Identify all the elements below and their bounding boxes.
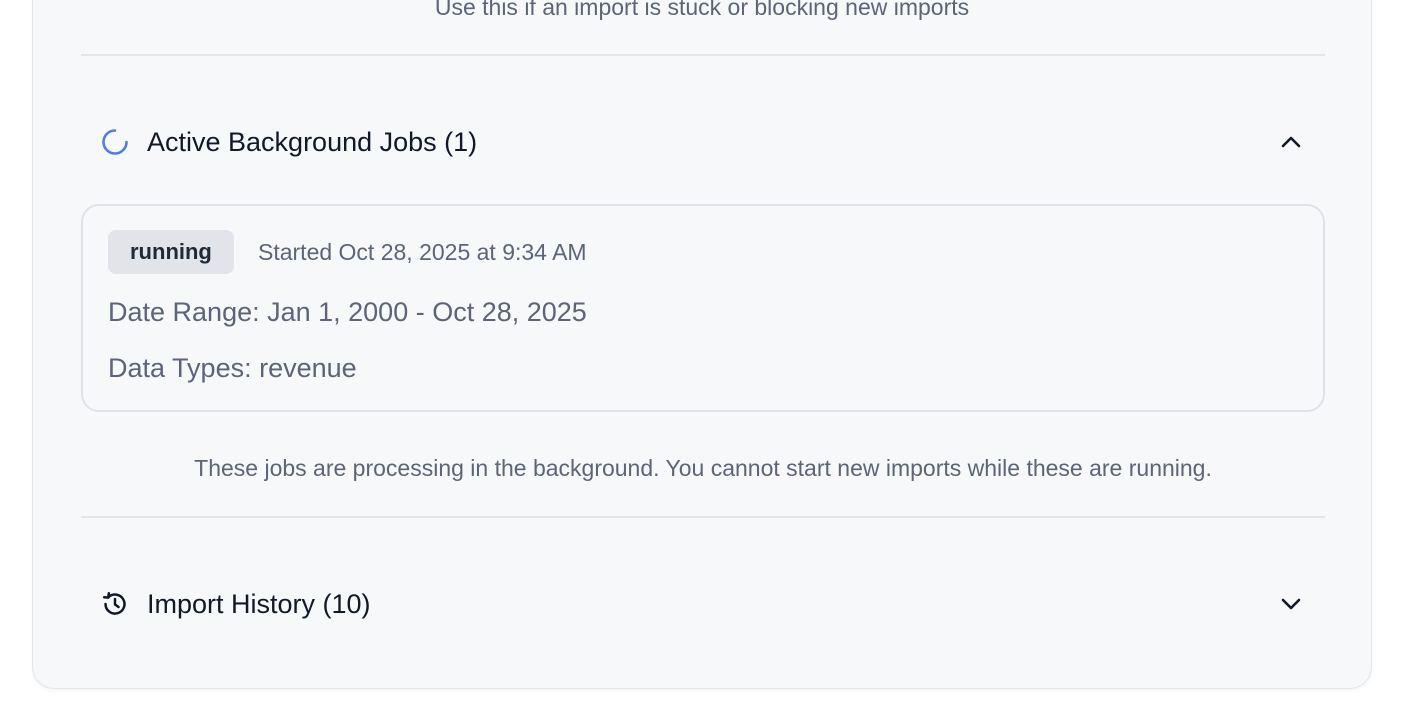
import-history-header[interactable]: Import History (10) [81, 576, 1325, 632]
spinner-icon [101, 128, 129, 156]
background-jobs-note: These jobs are processing in the backgro… [194, 455, 1212, 481]
history-icon [101, 590, 129, 618]
active-jobs-header[interactable]: Active Background Jobs (1) [81, 114, 1325, 170]
status-badge: running [108, 230, 234, 274]
job-date-range: Date Range: Jan 1, 2000 - Oct 28, 2025 [108, 297, 587, 327]
reset-import-hint: Use this if an import is stuck or blocki… [434, 0, 970, 20]
chevron-up-icon[interactable] [1279, 130, 1303, 154]
job-data-types: Data Types: revenue [108, 353, 357, 383]
job-started-time: Started Oct 28, 2025 at 9:34 AM [258, 239, 587, 265]
section-divider [81, 54, 1325, 56]
chevron-down-icon[interactable] [1279, 592, 1303, 616]
import-history-title: Import History (10) [147, 588, 371, 619]
section-divider [81, 516, 1325, 518]
background-job-item: running Started Oct 28, 2025 at 9:34 AM … [81, 204, 1325, 412]
active-jobs-title: Active Background Jobs (1) [147, 126, 478, 157]
